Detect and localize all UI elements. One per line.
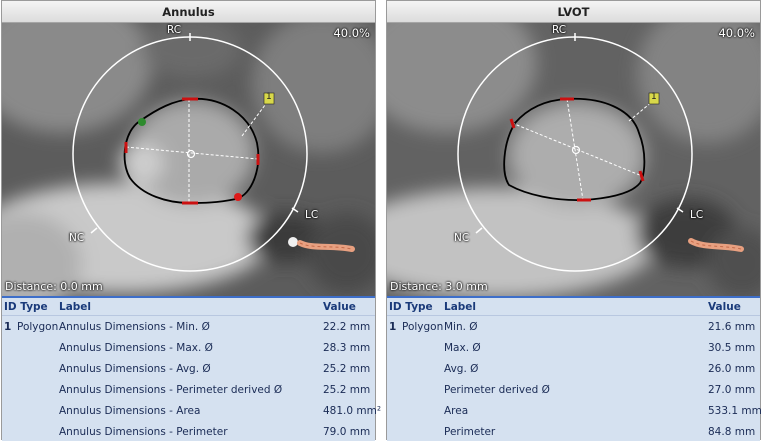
row-value: 22.2 mm — [323, 321, 371, 333]
table-row[interactable]: Max. Ø 30.5 mm — [387, 338, 760, 359]
lvot-ct-viewport[interactable]: 40.0% RC NC LC 1 Distance: 3.0 mm — [387, 23, 760, 296]
row-label: Annulus Dimensions - Min. Ø — [59, 321, 210, 333]
zoom-level: 40.0% — [718, 26, 755, 40]
row-label: Avg. Ø — [444, 363, 479, 375]
nc-orientation-label: NC — [454, 232, 470, 244]
row-value: 25.2 mm — [323, 384, 371, 396]
distance-readout: Distance: 0.0 mm — [5, 280, 103, 293]
polygon-marker-label[interactable]: 1 — [651, 92, 657, 102]
row-value: 28.3 mm — [323, 342, 371, 354]
id-type-column-header[interactable]: ID Type — [389, 298, 433, 316]
table-row[interactable]: 1 Polygon Annulus Dimensions - Min. Ø 22… — [2, 317, 375, 338]
table-row[interactable]: Annulus Dimensions - Perimeter derived Ø… — [2, 380, 375, 401]
annulus-ct-image[interactable] — [2, 23, 375, 296]
row-label: Min. Ø — [444, 321, 478, 333]
row-id: 1 — [389, 321, 397, 333]
lvot-panel-title: LVOT — [387, 1, 760, 23]
row-label: Perimeter derived Ø — [444, 384, 550, 396]
annulus-measurements-table: ID Type Label Value 1 Polygon Annulus Di… — [2, 296, 381, 441]
row-type: Polygon — [402, 321, 444, 333]
row-label: Annulus Dimensions - Max. Ø — [59, 342, 213, 354]
id-type-column-header[interactable]: ID Type — [4, 298, 48, 316]
row-value: 481.0 mm² — [323, 405, 382, 417]
table-row[interactable]: 1 Polygon Min. Ø 21.6 mm — [387, 317, 760, 338]
row-id: 1 — [4, 321, 12, 333]
row-label: Annulus Dimensions - Avg. Ø — [59, 363, 211, 375]
distance-readout: Distance: 3.0 mm — [390, 280, 488, 293]
polygon-marker-label[interactable]: 1 — [266, 92, 272, 102]
row-label: Area — [444, 405, 469, 417]
lvot-measurements-table: ID Type Label Value 1 Polygon Min. Ø 21.… — [387, 296, 761, 441]
table-header: ID Type Label Value — [387, 296, 760, 316]
annulus-panel-title: Annulus — [2, 1, 375, 23]
table-row[interactable]: Perimeter derived Ø 27.0 mm — [387, 380, 760, 401]
nc-orientation-label: NC — [69, 232, 85, 244]
table-row[interactable]: Area 533.1 mm² — [387, 401, 761, 422]
lc-orientation-label: LC — [690, 209, 704, 221]
table-header: ID Type Label Value — [2, 296, 375, 316]
zoom-level: 40.0% — [333, 26, 370, 40]
row-value: 25.2 mm — [323, 363, 371, 375]
row-value: 30.5 mm — [708, 342, 756, 354]
rc-orientation-label: RC — [552, 24, 567, 36]
row-value: 533.1 mm² — [708, 405, 761, 417]
label-column-header[interactable]: Label — [444, 298, 476, 316]
table-row[interactable]: Annulus Dimensions - Max. Ø 28.3 mm — [2, 338, 375, 359]
value-column-header[interactable]: Value — [323, 298, 356, 316]
lvot-panel: LVOT 40.0% RC NC LC 1 Distance: 3.0 mm I… — [386, 0, 761, 441]
value-column-header[interactable]: Value — [708, 298, 741, 316]
rc-orientation-label: RC — [167, 24, 182, 36]
label-column-header[interactable]: Label — [59, 298, 91, 316]
table-row[interactable]: Annulus Dimensions - Area 481.0 mm² — [2, 401, 381, 422]
annulus-panel: Annulus 40.0% RC NC LC 1 Distance: 0.0 m… — [1, 0, 381, 441]
lvot-ct-image[interactable] — [387, 23, 760, 296]
lc-orientation-label: LC — [305, 209, 319, 221]
row-label: Annulus Dimensions - Area — [59, 405, 201, 417]
table-row[interactable]: Avg. Ø 26.0 mm — [387, 359, 760, 380]
row-value: 21.6 mm — [708, 321, 756, 333]
row-label: Max. Ø — [444, 342, 481, 354]
table-row[interactable]: Annulus Dimensions - Avg. Ø 25.2 mm — [2, 359, 375, 380]
row-value: 27.0 mm — [708, 384, 756, 396]
row-type: Polygon — [17, 321, 59, 333]
row-value: 26.0 mm — [708, 363, 756, 375]
annulus-ct-viewport[interactable]: 40.0% RC NC LC 1 Distance: 0.0 mm — [2, 23, 375, 296]
row-label: Annulus Dimensions - Perimeter derived Ø — [59, 384, 283, 396]
